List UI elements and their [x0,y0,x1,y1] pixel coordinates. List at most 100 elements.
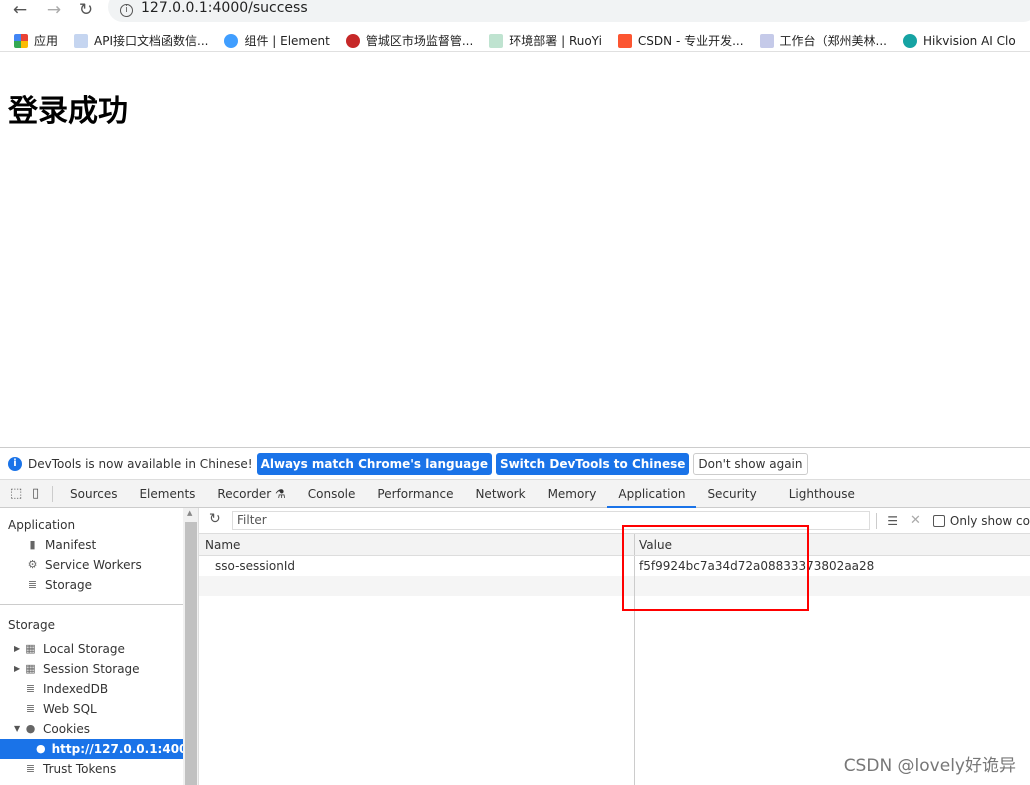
item-label: Storage [45,578,92,592]
inspect-element-icon[interactable]: ⬚ [10,486,24,501]
only-show-label: Only show co [949,513,1030,528]
section-application: Application [8,518,76,532]
sidebar-item-session-storage[interactable]: ▶ ▦ Session Storage [0,659,183,679]
page-heading: 登录成功 [8,94,128,129]
page-icon [74,33,89,48]
gear-icon: ⚙ [27,558,38,571]
bookmark-label: 应用 [34,34,59,48]
collapse-arrow-icon[interactable]: ▼ [14,719,24,739]
switch-to-chinese-button[interactable]: Switch DevTools to Chinese [495,452,690,475]
sidebar-item-indexeddb[interactable]: ≣ IndexedDB [0,679,183,699]
scroll-up-icon[interactable]: ▲ [187,509,192,517]
forward-icon[interactable]: → [42,0,66,20]
csdn-icon [617,33,632,48]
table-header: Name Value [199,534,1030,556]
item-label: Service Workers [45,558,142,572]
item-label: Web SQL [43,702,97,716]
reload-icon[interactable]: ↻ [74,0,98,20]
info-icon[interactable]: i [120,4,133,17]
item-label: Local Storage [43,642,125,656]
clear-filtered-cookies-icon[interactable]: ☰ [887,514,898,528]
dont-show-again-button[interactable]: Don't show again [693,452,808,475]
delete-icon[interactable]: ✕ [910,513,921,528]
ekp-icon [759,33,774,48]
cookies-view: ↻ Filter ☰ ✕ Only show co Name Value sso… [199,508,1030,785]
section-storage: Storage [8,618,55,632]
bookmark-label: 管城区市场监督管... [365,34,474,48]
database-icon: ≣ [25,762,36,775]
browser-toolbar: ← → ↻ i 127.0.0.1:4000/success [0,0,1030,22]
sidebar-item-storage[interactable]: ≣ Storage [0,575,183,595]
expand-arrow-icon[interactable]: ▶ [14,659,24,679]
database-icon: ≣ [25,682,36,695]
bookmark-label: 组件 | Element [244,34,330,48]
sidebar-item-local-storage[interactable]: ▶ ▦ Local Storage [0,639,183,659]
only-show-checkbox[interactable] [932,514,945,527]
bookmark-label: 工作台（郑州美林... [779,34,887,48]
bookmark-element[interactable]: 组件 | Element [224,32,330,49]
tab-security[interactable]: Security [696,480,767,508]
refresh-icon[interactable]: ↻ [209,511,221,527]
address-bar[interactable]: i 127.0.0.1:4000/success [108,0,1030,22]
bookmark-hikvision[interactable]: Hikvision AI Clo [903,33,1016,48]
sidebar-item-service-workers[interactable]: ⚙ Service Workers [0,555,183,575]
tab-application[interactable]: Application [607,480,697,508]
tab-lighthouse[interactable]: Lighthouse [778,480,866,508]
database-icon: ≣ [27,578,38,591]
watermark: CSDN @lovely好诡异 [843,756,1016,776]
cell [199,596,635,785]
cell [199,576,635,596]
bookmarks-bar: 应用 API接口文档函数信... 组件 | Element 管城区市场监督管..… [0,30,1030,52]
bookmark-apps[interactable]: 应用 [14,32,58,49]
info-icon: i [8,456,22,471]
divider [0,604,183,605]
bookmark-workbench[interactable]: 工作台（郑州美林... [759,32,887,49]
tab-memory[interactable]: Memory [537,480,608,508]
hikvision-icon [903,33,917,48]
bookmark-label: 环境部署 | RuoYi [509,34,602,48]
bookmark-label: Hikvision AI Clo [923,33,1016,48]
tab-network[interactable]: Network [464,480,536,508]
table-row[interactable]: sso-sessionId f5f9924bc7a34d72a088333738… [199,556,1030,576]
cookie-name: sso-sessionId [199,556,635,576]
cookie-icon: ● [25,722,36,735]
column-header-name[interactable]: Name [199,534,635,555]
item-label: Session Storage [43,662,140,676]
highlight-annotation-box [622,525,809,611]
devtools-panel: i DevTools is now available in Chinese! … [0,447,1030,785]
item-label: IndexedDB [43,682,109,696]
sidebar-item-cookies[interactable]: ▼ ● Cookies [0,719,183,739]
back-icon[interactable]: ← [8,0,32,20]
tab-elements[interactable]: Elements [128,480,206,508]
tab-sources[interactable]: Sources [59,480,128,508]
sidebar-item-cookie-origin[interactable]: ● http://127.0.0.1:4000 [0,739,196,759]
bookmark-market[interactable]: 管城区市场监督管... [345,32,474,49]
tab-console[interactable]: Console [297,480,367,508]
tab-performance[interactable]: Performance [366,480,464,508]
emblem-icon [345,33,360,48]
database-icon: ≣ [25,702,36,715]
expand-arrow-icon[interactable]: ▶ [14,639,24,659]
file-icon: ▮ [29,538,36,551]
bookmark-ruoyi[interactable]: 环境部署 | RuoYi [489,32,602,49]
sidebar-item-web-sql[interactable]: ≣ Web SQL [0,699,183,719]
apps-grid-icon [14,33,28,48]
devtools-tabs: ⬚ ▯ Sources Elements Recorder ⚗ Console … [0,480,1030,508]
scrollbar-thumb[interactable] [185,522,197,785]
sidebar-item-manifest[interactable]: ▮ Manifest [0,535,183,555]
bookmark-label: CSDN - 专业开发... [637,34,744,48]
grid-icon: ▦ [25,642,36,655]
sidebar-item-trust-tokens[interactable]: ≣ Trust Tokens [0,759,183,779]
empty-row [199,576,1030,596]
sidebar-scrollbar[interactable]: ▲ [183,508,199,785]
tab-recorder[interactable]: Recorder ⚗ [206,480,296,508]
bookmark-api-docs[interactable]: API接口文档函数信... [74,32,208,49]
language-infobar: i DevTools is now available in Chinese! … [0,448,1030,480]
divider [876,512,878,529]
bookmark-csdn[interactable]: CSDN - 专业开发... [617,32,744,49]
always-match-language-button[interactable]: Always match Chrome's language [256,452,492,475]
item-label: Trust Tokens [43,762,117,776]
application-sidebar: Application ▮ Manifest ⚙ Service Workers ≣… [0,508,196,785]
device-toolbar-icon[interactable]: ▯ [32,486,46,501]
item-label: Manifest [45,538,97,552]
